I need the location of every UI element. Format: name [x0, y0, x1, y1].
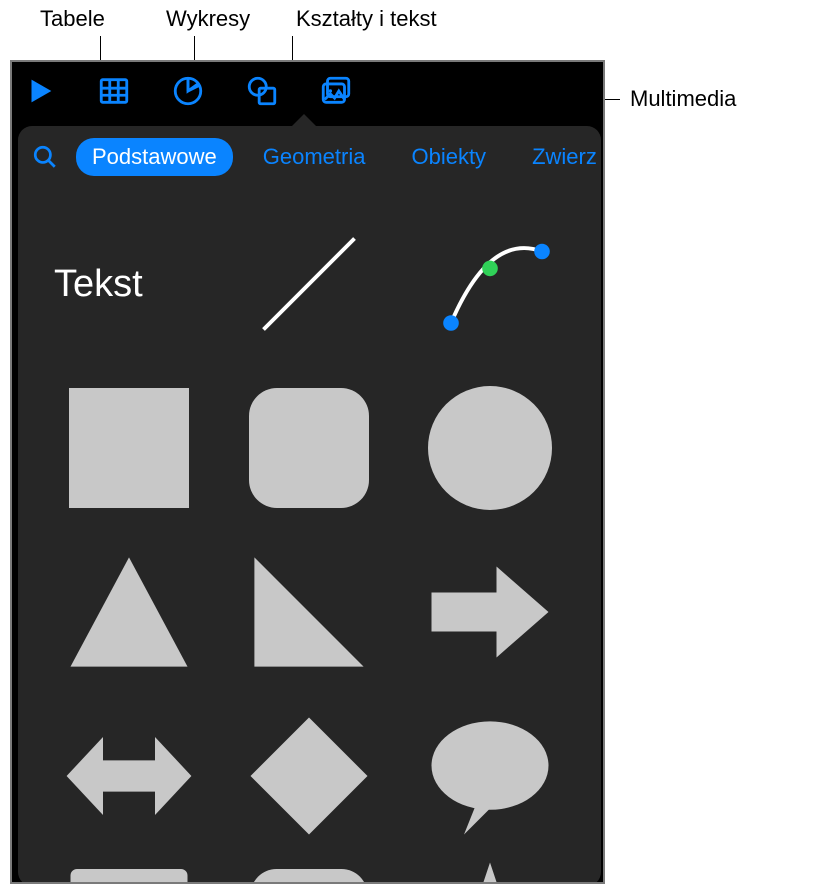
shape-square[interactable] — [48, 378, 210, 518]
shape-star[interactable] — [409, 856, 571, 884]
insert-table-button[interactable] — [94, 71, 134, 111]
callout-charts: Wykresy — [166, 6, 250, 32]
shape-arrow-right[interactable] — [409, 542, 571, 682]
triangle-icon — [64, 547, 194, 677]
right-triangle-icon — [244, 547, 374, 677]
insert-chart-button[interactable] — [168, 71, 208, 111]
shape-speech-bubble[interactable] — [409, 706, 571, 846]
callout-charts-label: Wykresy — [166, 6, 250, 31]
shape-icon — [245, 74, 279, 108]
app-frame: Podstawowe Geometria Obiekty Zwierz Teks… — [10, 60, 605, 884]
toolbar — [12, 62, 603, 120]
category-animals[interactable]: Zwierz — [516, 138, 601, 176]
insert-media-button[interactable] — [316, 71, 356, 111]
star-icon — [425, 856, 555, 884]
category-basic[interactable]: Podstawowe — [76, 138, 233, 176]
play-icon — [23, 74, 57, 108]
shapes-grid-row-partial — [18, 846, 601, 884]
pie-chart-icon — [171, 74, 205, 108]
shape-rounded-rect-2[interactable] — [228, 856, 390, 884]
shape-text-label: Tekst — [54, 263, 143, 306]
shape-right-triangle[interactable] — [228, 542, 390, 682]
shape-double-arrow[interactable] — [48, 706, 210, 846]
shape-circle[interactable] — [409, 378, 571, 518]
shape-callout[interactable] — [48, 856, 210, 884]
shapes-grid: Tekst — [18, 190, 601, 846]
callout-tables-label: Tabele — [40, 6, 105, 31]
insert-shape-button[interactable] — [242, 71, 282, 111]
shape-search-button[interactable] — [28, 140, 62, 174]
shapes-popover: Podstawowe Geometria Obiekty Zwierz Teks… — [18, 124, 601, 884]
curve-icon — [425, 219, 555, 349]
diamond-icon — [244, 711, 374, 841]
category-objects[interactable]: Obiekty — [395, 138, 502, 176]
double-arrow-icon — [64, 711, 194, 841]
callout-tables: Tabele — [40, 6, 105, 32]
shape-rounded-square[interactable] — [228, 378, 390, 518]
square-icon — [69, 388, 189, 508]
callout-shapes-text: Kształty i tekst — [296, 6, 437, 32]
search-icon — [32, 144, 58, 170]
shape-text[interactable]: Tekst — [48, 214, 210, 354]
speech-bubble-icon — [425, 711, 555, 841]
table-icon — [97, 74, 131, 108]
category-geometry[interactable]: Geometria — [247, 138, 382, 176]
circle-icon — [428, 386, 552, 510]
rounded-rect-2-icon — [244, 856, 374, 884]
shape-category-tabs: Podstawowe Geometria Obiekty Zwierz — [18, 138, 601, 190]
arrow-right-icon — [425, 547, 555, 677]
shape-curve[interactable] — [409, 214, 571, 354]
play-button[interactable] — [20, 71, 60, 111]
shape-triangle[interactable] — [48, 542, 210, 682]
callout-shapes-text-label: Kształty i tekst — [296, 6, 437, 31]
line-icon — [244, 219, 374, 349]
shape-diamond[interactable] — [228, 706, 390, 846]
media-icon — [319, 74, 353, 108]
rounded-square-icon — [249, 388, 369, 508]
shape-line[interactable] — [228, 214, 390, 354]
callout-media-label: Multimedia — [630, 86, 736, 112]
callout-icon — [64, 856, 194, 884]
